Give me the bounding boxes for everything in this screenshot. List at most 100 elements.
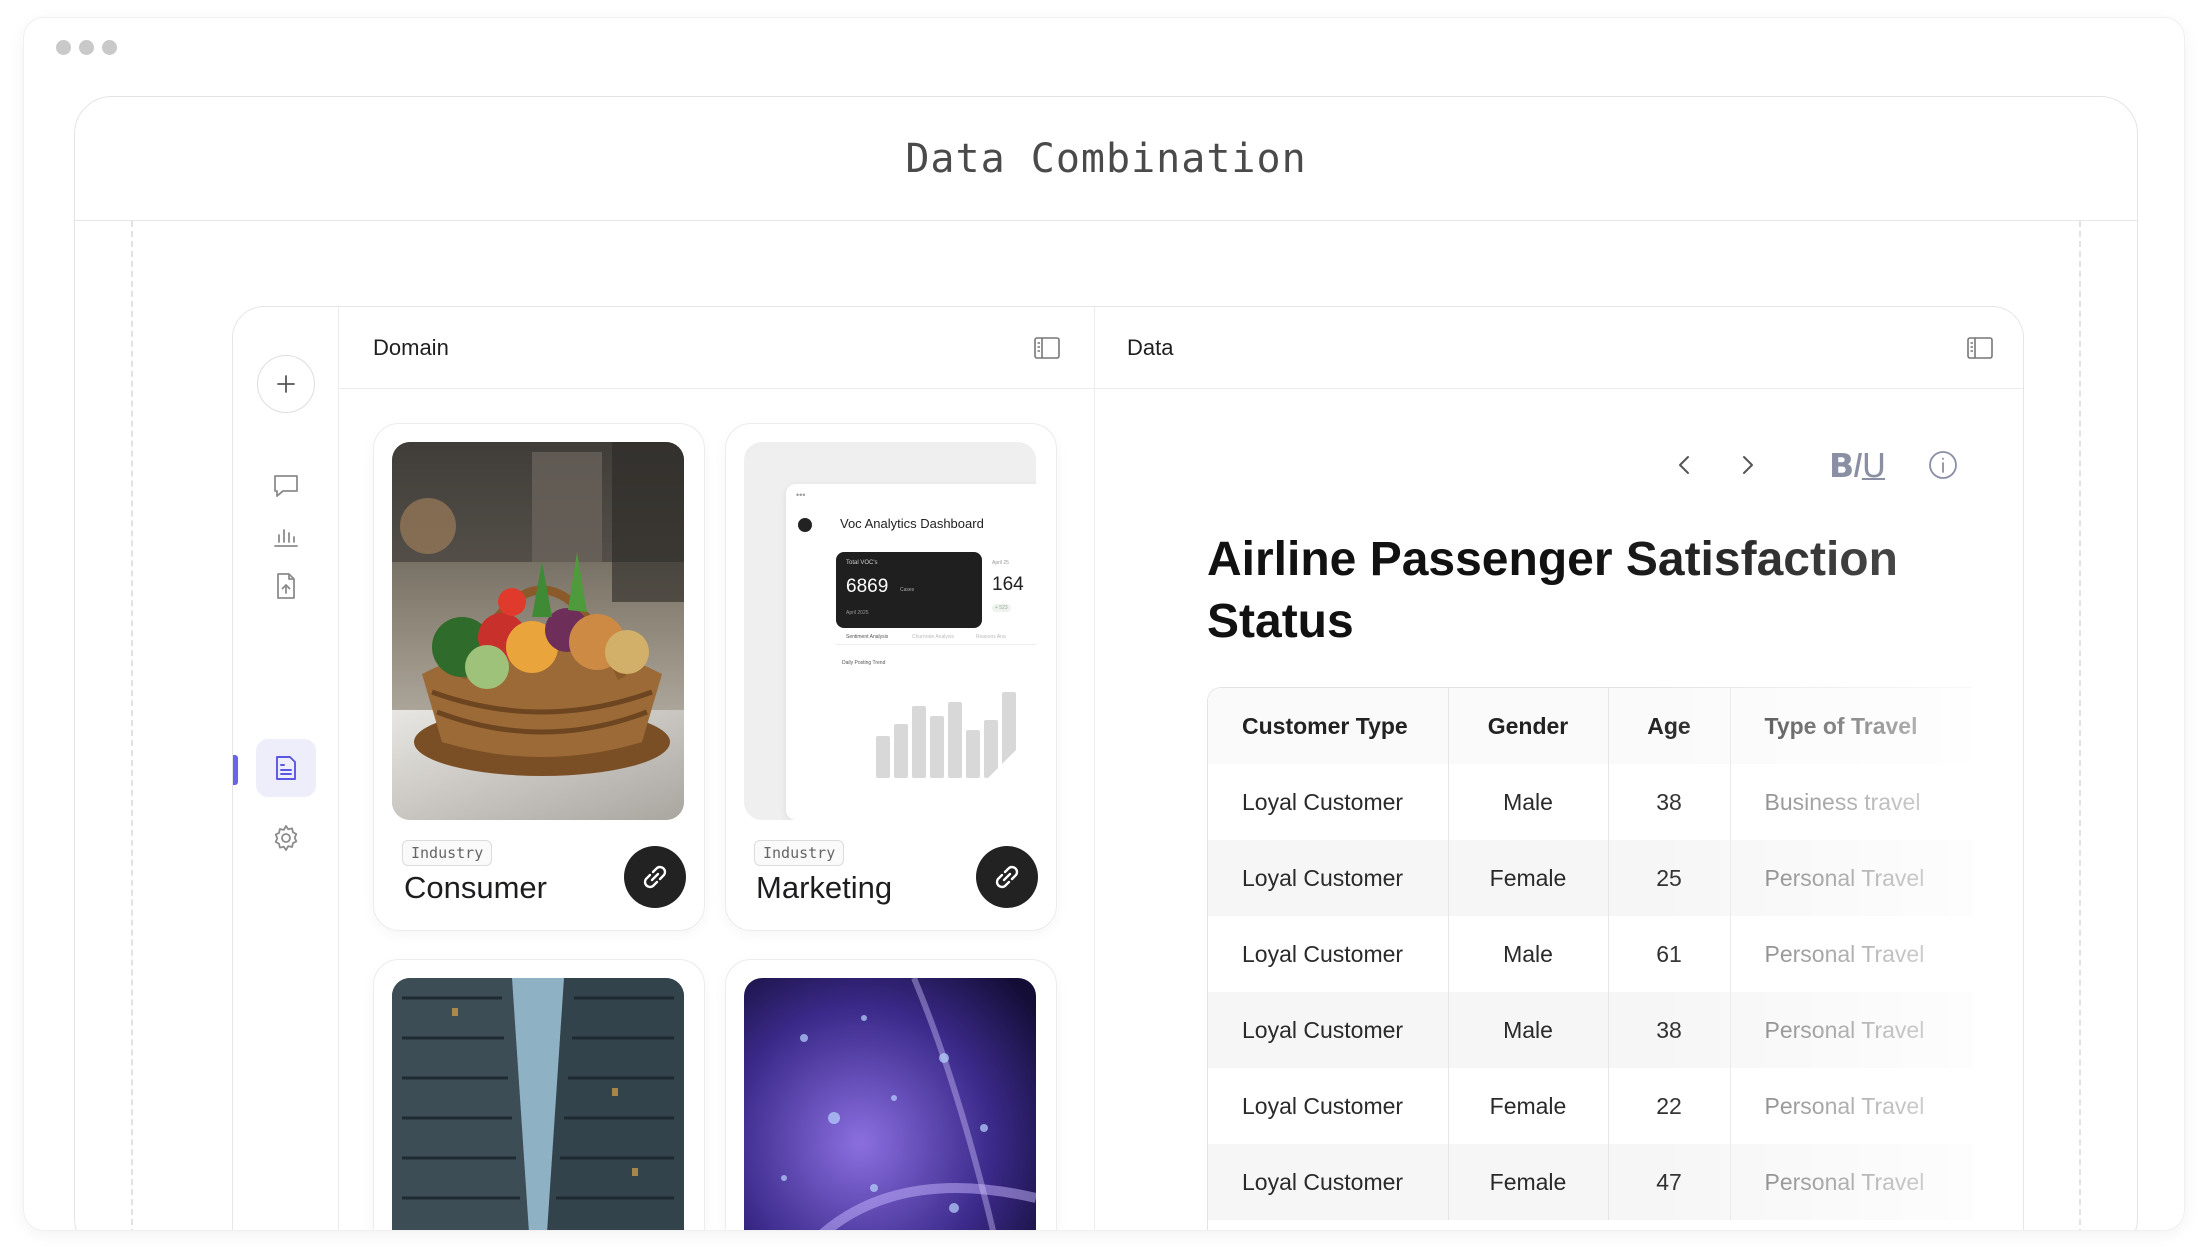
document-toolbar: BIU — [1661, 441, 1967, 489]
domain-card-abstract[interactable] — [725, 959, 1057, 1230]
cell-gender: Female — [1447, 840, 1608, 916]
preview-metric-date: April 2025 — [846, 610, 869, 616]
preview-metric2-date: April 25 — [992, 560, 1009, 566]
column-header[interactable]: Age — [1607, 688, 1730, 764]
vegetable-basket-image — [392, 442, 684, 820]
guide-line-left — [131, 221, 133, 1230]
cell-travel-type: Personal Travel — [1729, 1144, 1973, 1220]
workspace: Domain Industry Consumer ••• Voc Analyti… — [232, 306, 2024, 1230]
cell-customer-type: Loyal Customer — [1242, 940, 1404, 967]
card-tag: Industry — [402, 840, 493, 866]
table-row[interactable]: Loyal Customer Female 22 Personal Travel — [1208, 1068, 1973, 1144]
data-panel-title: Data — [1127, 334, 1174, 360]
chevron-right-icon — [1742, 456, 1753, 474]
file-upload-icon — [277, 573, 295, 599]
side-rail — [233, 307, 339, 1230]
window-dot-maximize[interactable] — [102, 40, 117, 55]
table-header-row: Customer Type Gender Age Type of Travel — [1208, 688, 1973, 764]
cell-gender: Male — [1447, 992, 1608, 1068]
card-title: Marketing — [756, 870, 893, 905]
card-title: Consumer — [404, 870, 547, 905]
data-panel: Data BIU Airline Passenger Satisfaction … — [1095, 307, 2023, 1230]
table-row[interactable]: Loyal Customer Male 61 Personal Travel — [1208, 916, 1973, 992]
preview-metric-unit: Cases — [900, 587, 915, 593]
preview-tab-2: Churnrate Analysis — [912, 634, 954, 640]
preview-metric2-delta: + 523 — [992, 604, 1011, 612]
cell-age: 47 — [1607, 1144, 1730, 1220]
cell-travel-type: Personal Travel — [1729, 992, 1973, 1068]
sidebar-toggle-icon[interactable] — [1967, 336, 1993, 359]
cell-travel-type: Personal Travel — [1729, 1068, 1973, 1144]
card-tag: Industry — [754, 840, 845, 866]
preview-metric-label: Total VOC's — [846, 560, 878, 566]
text-format-button[interactable]: BIU — [1828, 445, 1886, 485]
sidebar-toggle-icon[interactable] — [1034, 336, 1060, 359]
table-row[interactable]: Loyal Customer Female 47 Personal Travel — [1208, 1144, 1973, 1220]
domain-panel-title: Domain — [373, 334, 449, 360]
bar-chart-icon — [274, 529, 298, 547]
add-icon — [277, 375, 295, 393]
cell-travel-type: Business travel — [1729, 764, 1973, 840]
table-row[interactable]: Loyal Customer Male 38 Personal Travel — [1208, 992, 1973, 1068]
gear-icon — [274, 825, 298, 851]
cell-age: 25 — [1607, 840, 1730, 916]
window-dot-minimize[interactable] — [79, 40, 94, 55]
column-header[interactable]: Type of Travel — [1729, 688, 1973, 764]
window-controls — [56, 40, 117, 55]
cell-age: 38 — [1607, 764, 1730, 840]
info-icon — [1929, 451, 1957, 479]
info-button[interactable] — [1919, 441, 1967, 489]
preview-metric2-value: 164 — [992, 574, 1024, 595]
italic-label: I — [1853, 445, 1863, 485]
city-skyscrapers-image — [392, 978, 684, 1230]
table-row[interactable]: Loyal Customer Male 38 Business travel — [1208, 764, 1973, 840]
page-title: Data Combination — [75, 97, 2137, 221]
cell-customer-type: Loyal Customer — [1208, 1144, 1448, 1220]
cell-gender: Female — [1447, 1068, 1608, 1144]
cell-gender: Male — [1447, 916, 1608, 992]
link-icon — [643, 865, 667, 889]
link-icon — [995, 865, 1019, 889]
column-header[interactable]: Gender — [1447, 688, 1608, 764]
cell-travel-type: Personal Travel — [1729, 916, 1973, 992]
cell-gender: Male — [1447, 764, 1608, 840]
add-button[interactable] — [257, 355, 315, 413]
analytics-dashboard-preview: ••• Voc Analytics Dashboard Total VOC's … — [744, 442, 1036, 820]
cell-age: 61 — [1607, 916, 1730, 992]
active-indicator — [233, 755, 238, 785]
domain-card-marketing[interactable]: ••• Voc Analytics Dashboard Total VOC's … — [725, 423, 1057, 931]
cell-customer-type: Loyal Customer — [1208, 840, 1448, 916]
bold-label: B — [1828, 445, 1854, 485]
app-window: Data Combination Domain Industry Consume… — [24, 18, 2184, 1230]
link-button[interactable] — [976, 846, 1038, 908]
chevron-left-icon — [1678, 456, 1689, 474]
link-button[interactable] — [624, 846, 686, 908]
document-title: Airline Passenger Satisfaction Status — [1207, 533, 1898, 648]
cell-customer-type: Loyal Customer — [1242, 1092, 1404, 1119]
purple-bubbles-image — [744, 978, 1036, 1230]
next-button[interactable] — [1723, 441, 1771, 489]
domain-panel-header: Domain — [339, 307, 1094, 389]
guide-line-right — [2079, 221, 2081, 1230]
preview-metric-value: 6869 — [846, 576, 889, 597]
window-dot-close[interactable] — [56, 40, 71, 55]
domain-panel: Domain Industry Consumer ••• Voc Analyti… — [339, 307, 1095, 1230]
column-header[interactable]: Customer Type — [1208, 688, 1448, 764]
domain-card-consumer[interactable]: Industry Consumer — [373, 423, 705, 931]
rail-upload-button[interactable] — [256, 557, 316, 615]
data-table: Customer Type Gender Age Type of Travel … — [1207, 687, 1973, 1230]
preview-tab-3: Reasons Ana — [976, 634, 1006, 640]
domain-card-buildings[interactable] — [373, 959, 705, 1230]
rail-settings-button[interactable] — [256, 809, 316, 867]
cell-customer-type: Loyal Customer — [1242, 788, 1404, 815]
previous-button[interactable] — [1661, 441, 1709, 489]
cell-travel-type: Personal Travel — [1729, 840, 1973, 916]
rail-document-button[interactable] — [256, 739, 316, 797]
preview-dashboard-title: Voc Analytics Dashboard — [840, 516, 984, 531]
table-row[interactable]: Loyal Customer Female 25 Personal Travel — [1208, 840, 1973, 916]
cell-age: 22 — [1607, 1068, 1730, 1144]
cell-age: 38 — [1607, 992, 1730, 1068]
data-panel-header: Data — [1095, 307, 2023, 389]
chat-icon — [274, 475, 298, 497]
cell-customer-type: Loyal Customer — [1208, 992, 1448, 1068]
